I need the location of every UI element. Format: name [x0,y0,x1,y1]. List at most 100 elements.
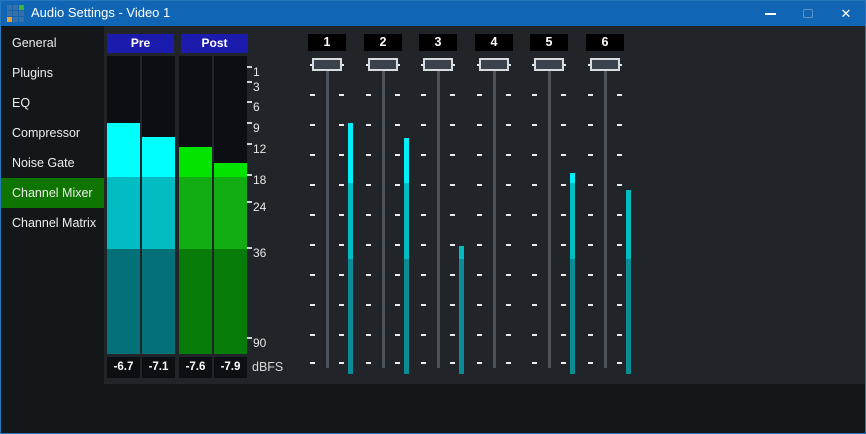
fader-tick [506,184,511,186]
fader-tick [339,124,344,126]
scale-tick-mark [247,66,252,68]
fader-tick [561,334,566,336]
sidebar-item-channel-mixer[interactable]: Channel Mixer [1,178,104,208]
fader-tick [421,94,426,96]
channel-header-3: 3 [419,34,457,51]
fader-track-2[interactable] [382,59,385,368]
fader-tick [339,184,344,186]
sidebar-item-channel-matrix[interactable]: Channel Matrix [1,208,104,238]
fader-tick [421,214,426,216]
fader-tick [421,154,426,156]
fader-tick [617,214,622,216]
fader-tick [532,362,537,364]
channel-level-meter-3 [459,246,464,259]
maximize-button[interactable] [789,1,827,26]
fader-tick [506,334,511,336]
fader-tick [561,124,566,126]
fader-tick [339,214,344,216]
fader-tick [477,124,482,126]
scale-tick-mark [247,143,252,145]
fader-tick [588,274,593,276]
audio-settings-window: Audio Settings - Video 1 ✕ GeneralPlugin… [0,0,866,434]
fader-tick [506,94,511,96]
fader-tick [395,184,400,186]
fader-tick [588,124,593,126]
fader-handle-4[interactable] [479,58,509,71]
fader-track-1[interactable] [326,59,329,368]
fader-tick [561,362,566,364]
scale-tick-mark [247,337,252,339]
fader-tick [617,154,622,156]
meter-bar-segment [142,137,175,177]
fader-handle-6[interactable] [590,58,620,71]
fader-track-6[interactable] [604,59,607,368]
channel-level-meter-5 [570,259,575,374]
fader-tick [450,124,455,126]
meter-column-post-r [214,56,247,354]
scale-tick-mark [247,174,252,176]
fader-tick [561,184,566,186]
fader-tick [450,304,455,306]
fader-handle-5[interactable] [534,58,564,71]
fader-tick [477,362,482,364]
fader-tick [588,362,593,364]
fader-tick [506,214,511,216]
scale-tick-mark [247,101,252,103]
meter-column-pre-l [107,56,140,354]
fader-handle-2[interactable] [368,58,398,71]
meter-bar-segment [214,177,247,249]
fader-tick [450,274,455,276]
fader-tick [588,184,593,186]
title-bar: Audio Settings - Video 1 ✕ [1,1,865,26]
fader-track-4[interactable] [493,59,496,368]
sidebar-item-eq[interactable]: EQ [1,88,104,118]
fader-tick [617,124,622,126]
fader-tick [617,94,622,96]
fader-handle-3[interactable] [423,58,453,71]
sidebar-item-noise-gate[interactable]: Noise Gate [1,148,104,178]
sidebar-item-compressor[interactable]: Compressor [1,118,104,148]
fader-tick [366,94,371,96]
scale-label-36: 36 [253,246,266,260]
sidebar-item-plugins[interactable]: Plugins [1,58,104,88]
fader-tick [366,154,371,156]
fader-track-5[interactable] [548,59,551,368]
fader-tick [450,94,455,96]
fader-tick [421,184,426,186]
fader-tick [532,184,537,186]
maximize-icon [803,9,813,18]
fader-tick [588,304,593,306]
scale-label-24: 24 [253,200,266,214]
fader-tick [561,214,566,216]
close-icon: ✕ [841,7,852,20]
fader-tick [310,244,315,246]
fader-tick [532,304,537,306]
fader-tick [421,334,426,336]
fader-tick [561,304,566,306]
fader-tick [450,154,455,156]
window-title: Audio Settings - Video 1 [31,5,170,20]
fader-tick [339,334,344,336]
scale-tick-mark [247,247,252,249]
fader-tick [366,124,371,126]
vmix-app-icon [7,5,24,22]
scale-label-1: 1 [253,65,260,79]
sidebar-item-general[interactable]: General [1,28,104,58]
fader-tick [506,304,511,306]
channel-level-meter-6 [626,259,631,374]
meter-value-pre-l: -6.7 [107,357,140,378]
fader-tick [366,274,371,276]
scale-label-3: 3 [253,80,260,94]
fader-tick [561,154,566,156]
fader-handle-1[interactable] [312,58,342,71]
close-window-button[interactable]: ✕ [827,1,865,26]
post-meter-label: Post [181,34,248,53]
meter-bar-segment [142,249,175,354]
fader-tick [477,304,482,306]
fader-tick [395,154,400,156]
minimize-button[interactable] [751,1,789,26]
fader-tick [450,362,455,364]
fader-tick [477,154,482,156]
fader-track-3[interactable] [437,59,440,368]
fader-tick [561,274,566,276]
